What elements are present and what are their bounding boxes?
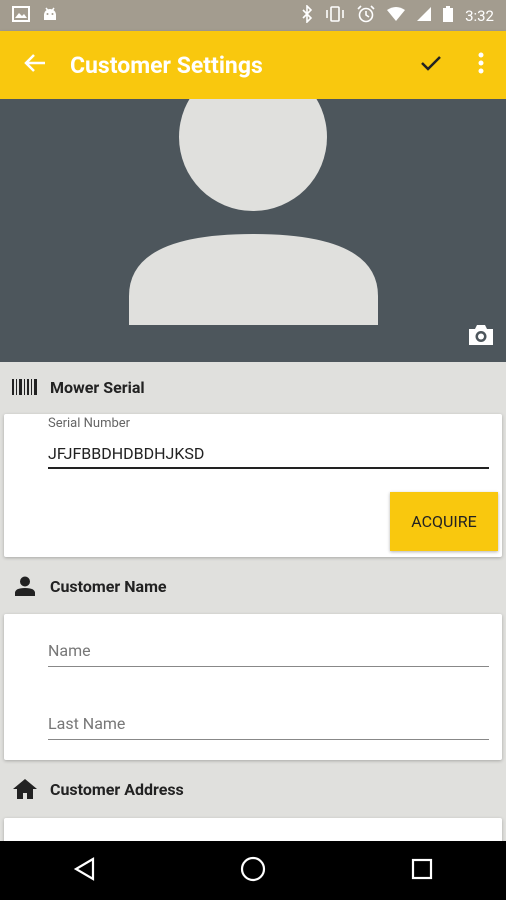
barcode-icon: [0, 379, 50, 395]
home-icon: [0, 779, 50, 799]
serial-number-underline: [48, 467, 489, 469]
alarm-icon: [357, 4, 375, 27]
person-placeholder-icon: [129, 99, 378, 325]
back-button[interactable]: [0, 31, 70, 99]
save-button[interactable]: [406, 31, 456, 99]
recents-square-icon: [411, 858, 433, 884]
bluetooth-icon: [301, 3, 313, 27]
overflow-menu-button[interactable]: [456, 31, 506, 99]
customer-name-card: Name Last Name: [4, 614, 502, 760]
vibrate-icon: [325, 5, 345, 26]
status-bar: 3:32: [0, 0, 506, 31]
more-vert-icon: [478, 52, 484, 78]
back-triangle-icon: [73, 856, 95, 885]
app-bar: Customer Settings: [0, 31, 506, 99]
nav-recents-button[interactable]: [382, 841, 462, 900]
signal-icon: [417, 6, 432, 25]
camera-icon: [468, 325, 494, 350]
mower-serial-card: Serial Number JFJFBBDHDBDHJKSD ACQUIRE: [4, 414, 502, 557]
wifi-icon: [387, 6, 406, 25]
status-time: 3:32: [465, 6, 494, 25]
navigation-bar: [0, 841, 506, 900]
check-icon: [420, 54, 442, 76]
customer-address-header: Customer Address: [0, 774, 506, 804]
image-icon: [12, 5, 30, 26]
last-name-input[interactable]: Last Name: [48, 714, 125, 733]
name-input[interactable]: Name: [48, 641, 91, 660]
nav-back-button[interactable]: [44, 841, 124, 900]
name-underline: [48, 666, 489, 667]
camera-button[interactable]: [468, 324, 494, 350]
mower-serial-header: Mower Serial: [0, 372, 506, 402]
android-icon: [42, 6, 58, 26]
back-arrow-icon: [24, 53, 46, 77]
profile-photo[interactable]: [0, 99, 506, 362]
page-title: Customer Settings: [70, 51, 263, 79]
serial-number-label: Serial Number: [48, 416, 131, 431]
nav-home-button[interactable]: [213, 841, 293, 900]
person-icon: [0, 576, 50, 596]
battery-icon: [443, 5, 454, 26]
last-name-underline: [48, 739, 489, 740]
serial-number-input[interactable]: JFJFBBDHDBDHJKSD: [48, 444, 204, 463]
section-title: Mower Serial: [50, 377, 145, 397]
acquire-button[interactable]: ACQUIRE: [390, 492, 498, 551]
section-title: Customer Address: [50, 779, 184, 799]
section-title: Customer Name: [50, 576, 167, 596]
home-circle-icon: [240, 856, 266, 886]
customer-name-header: Customer Name: [0, 571, 506, 601]
